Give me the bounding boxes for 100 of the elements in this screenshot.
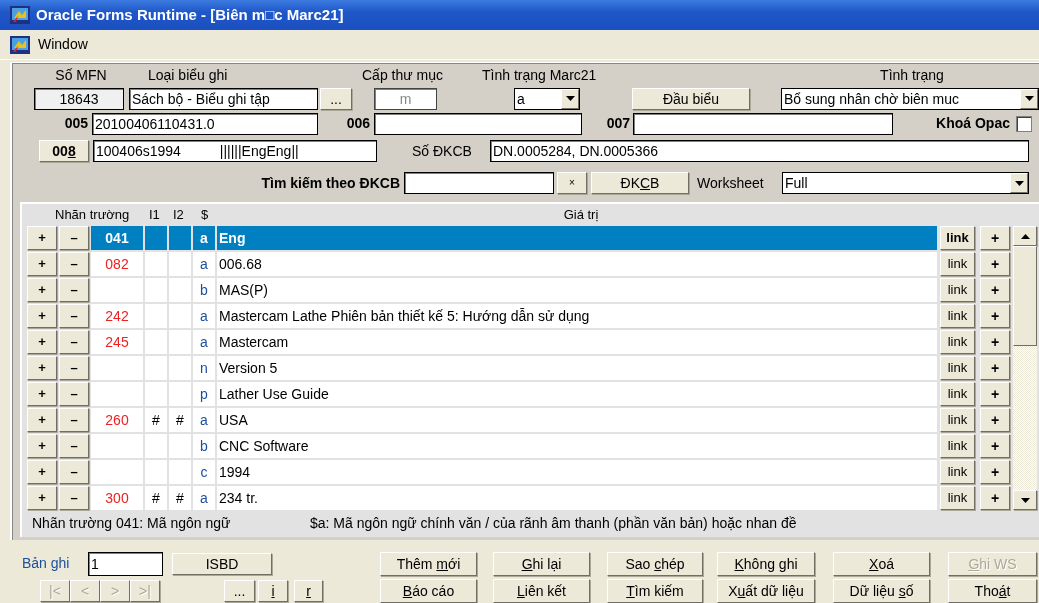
action-button[interactable]: Thoát xyxy=(948,578,1037,603)
tag-cell[interactable]: 242 xyxy=(91,304,143,328)
add-row-button[interactable]: + xyxy=(27,304,57,328)
link-button[interactable]: link xyxy=(940,356,975,380)
tag-cell[interactable]: 300 xyxy=(91,486,143,510)
indicator-cell[interactable]: # xyxy=(169,408,191,432)
link-button[interactable]: link xyxy=(940,486,975,510)
tag-cell[interactable] xyxy=(91,434,143,458)
add-row-button[interactable]: + xyxy=(27,408,57,432)
small-button[interactable]: r xyxy=(294,579,323,602)
add-row-button[interactable]: + xyxy=(27,486,57,510)
value-cell[interactable]: Version 5 xyxy=(217,356,937,380)
barcode-field[interactable]: DN.0005284, DN.0005366 xyxy=(490,140,1029,162)
indicator-cell[interactable] xyxy=(169,278,191,302)
tag-cell[interactable] xyxy=(91,382,143,406)
clear-button[interactable]: × xyxy=(557,172,587,194)
link-button[interactable]: link xyxy=(940,226,975,250)
action-button[interactable]: Xuất dữ liệu xyxy=(717,578,815,603)
add-row-button[interactable]: + xyxy=(27,278,57,302)
value-cell[interactable]: CNC Software xyxy=(217,434,937,458)
scrollbar-thumb[interactable] xyxy=(1013,246,1037,346)
tag-cell[interactable]: 082 xyxy=(91,252,143,276)
insert-button[interactable]: + xyxy=(980,304,1010,328)
insert-button[interactable]: + xyxy=(980,382,1010,406)
control-field[interactable]: 20100406110431.0 xyxy=(92,112,318,135)
subfield-code-cell[interactable]: a xyxy=(193,252,215,276)
control-field[interactable]: 100406s1994 ||||||EngEng|| xyxy=(93,140,377,162)
remove-row-button[interactable]: – xyxy=(59,356,89,380)
link-button[interactable]: link xyxy=(940,434,975,458)
indicator-cell[interactable] xyxy=(145,382,167,406)
value-cell[interactable]: Lather Use Guide xyxy=(217,382,937,406)
menu-item[interactable]: Window xyxy=(38,34,88,55)
remove-row-button[interactable]: – xyxy=(59,330,89,354)
subfield-code-cell[interactable]: b xyxy=(193,278,215,302)
tag-cell[interactable] xyxy=(91,460,143,484)
link-button[interactable]: link xyxy=(940,278,975,302)
action-button[interactable]: Liên kết xyxy=(493,578,590,603)
value-cell[interactable]: 006.68 xyxy=(217,252,937,276)
insert-button[interactable]: + xyxy=(980,356,1010,380)
action-button[interactable]: Không ghi xyxy=(717,551,815,576)
insert-button[interactable]: + xyxy=(980,252,1010,276)
status-dropdown[interactable]: Bổ sung nhân chờ biên muc xyxy=(781,87,1039,110)
marc-status-dropdown[interactable]: a xyxy=(514,87,580,110)
indicator-cell[interactable]: # xyxy=(145,408,167,432)
action-button[interactable]: Ghi lại xyxy=(493,551,590,576)
indicator-cell[interactable] xyxy=(145,226,167,250)
insert-button[interactable]: + xyxy=(980,460,1010,484)
indicator-cell[interactable] xyxy=(169,434,191,458)
subfield-code-cell[interactable]: n xyxy=(193,356,215,380)
value-cell[interactable]: Mastercam Lathe Phiên bản thiết kế 5: Hướng dẫn sử dụng xyxy=(217,304,937,328)
remove-row-button[interactable]: – xyxy=(59,382,89,406)
link-button[interactable]: link xyxy=(940,382,975,406)
worksheet-dropdown[interactable]: Full xyxy=(782,172,1029,194)
tag-cell[interactable]: 245 xyxy=(91,330,143,354)
link-button[interactable]: link xyxy=(940,252,975,276)
subfield-code-cell[interactable]: c xyxy=(193,460,215,484)
insert-button[interactable]: + xyxy=(980,278,1010,302)
action-button[interactable]: Báo cáo xyxy=(380,578,477,603)
tag-cell[interactable] xyxy=(91,278,143,302)
indicator-cell[interactable] xyxy=(145,356,167,380)
lookup-button[interactable]: ... xyxy=(320,87,352,110)
add-row-button[interactable]: + xyxy=(27,226,57,250)
indicator-cell[interactable] xyxy=(145,304,167,328)
subfield-code-cell[interactable]: p xyxy=(193,382,215,406)
indicator-cell[interactable] xyxy=(169,304,191,328)
opac-lock-checkbox[interactable] xyxy=(1016,115,1032,132)
field-008-button[interactable]: 008 xyxy=(39,140,89,162)
link-button[interactable]: link xyxy=(940,304,975,328)
add-row-button[interactable]: + xyxy=(27,252,57,276)
search-field[interactable] xyxy=(404,172,554,194)
add-row-button[interactable]: + xyxy=(27,356,57,380)
indicator-cell[interactable] xyxy=(169,226,191,250)
tag-cell[interactable]: 041 xyxy=(91,226,143,250)
action-button[interactable]: Xoá xyxy=(833,551,930,576)
insert-button[interactable]: + xyxy=(980,434,1010,458)
mfn-field[interactable]: 18643 xyxy=(34,87,124,110)
value-cell[interactable]: USA xyxy=(217,408,937,432)
tag-cell[interactable] xyxy=(91,356,143,380)
remove-row-button[interactable]: – xyxy=(59,408,89,432)
indicator-cell[interactable] xyxy=(145,278,167,302)
remove-row-button[interactable]: – xyxy=(59,434,89,458)
indicator-cell[interactable] xyxy=(169,356,191,380)
tag-cell[interactable]: 260 xyxy=(91,408,143,432)
remove-row-button[interactable]: – xyxy=(59,226,89,250)
indicator-cell[interactable] xyxy=(145,460,167,484)
indicator-cell[interactable] xyxy=(169,382,191,406)
remove-row-button[interactable]: – xyxy=(59,252,89,276)
link-button[interactable]: link xyxy=(940,330,975,354)
barcode-button[interactable]: ĐKCB xyxy=(591,172,689,194)
remove-row-button[interactable]: – xyxy=(59,278,89,302)
remove-row-button[interactable]: – xyxy=(59,304,89,328)
insert-button[interactable]: + xyxy=(980,408,1010,432)
leader-button[interactable]: Đầu biểu xyxy=(632,87,750,110)
add-row-button[interactable]: + xyxy=(27,330,57,354)
action-button[interactable]: Sao chép xyxy=(607,551,703,576)
action-button[interactable]: Tìm kiếm xyxy=(607,578,703,603)
subfield-code-cell[interactable]: b xyxy=(193,434,215,458)
add-row-button[interactable]: + xyxy=(27,382,57,406)
small-button[interactable]: ... xyxy=(224,579,255,602)
value-cell[interactable]: 234 tr. xyxy=(217,486,937,510)
